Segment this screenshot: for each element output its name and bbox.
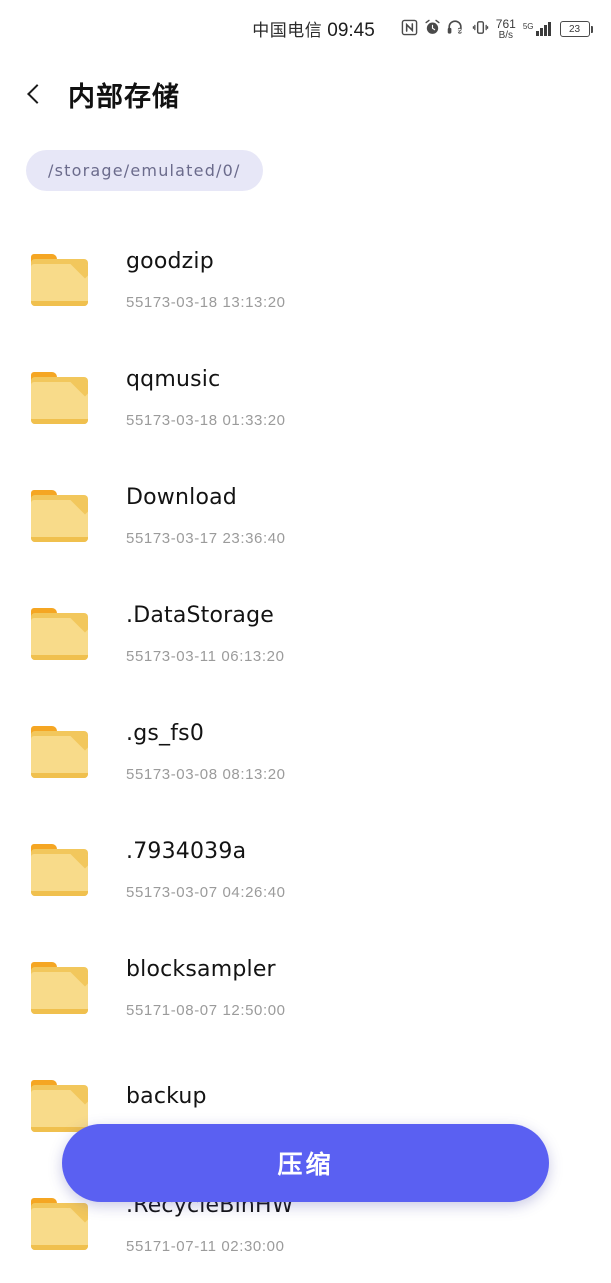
file-date: 55171-07-11 02:30:00 xyxy=(126,1238,285,1255)
vibrate-icon xyxy=(472,19,489,40)
signal-bars-icon: 5G xyxy=(523,22,551,36)
file-meta: backup xyxy=(126,1084,207,1129)
file-date: 55173-03-11 06:13:20 xyxy=(126,648,285,665)
file-meta: .DataStorage 55173-03-11 06:13:20 xyxy=(126,603,285,665)
headphones-icon xyxy=(447,19,466,39)
folder-icon xyxy=(30,488,90,544)
folder-icon xyxy=(30,1078,90,1134)
file-date: 55173-03-18 13:13:20 xyxy=(126,294,286,311)
folder-icon xyxy=(30,842,90,898)
list-item[interactable]: goodzip 55173-03-18 13:13:20 xyxy=(0,221,611,339)
list-item[interactable]: .DataStorage 55173-03-11 06:13:20 xyxy=(0,575,611,693)
battery-icon: 23 xyxy=(559,21,593,37)
breadcrumb: /storage/emulated/0/ xyxy=(0,114,611,191)
list-item[interactable]: .7934039a 55173-03-07 04:26:40 xyxy=(0,811,611,929)
alarm-icon xyxy=(424,19,441,40)
folder-icon xyxy=(30,370,90,426)
file-date: 55173-03-18 01:33:20 xyxy=(126,412,286,429)
file-meta: .7934039a 55173-03-07 04:26:40 xyxy=(126,839,286,901)
breadcrumb-path-chip[interactable]: /storage/emulated/0/ xyxy=(26,150,263,191)
list-item[interactable]: blocksampler 55171-08-07 12:50:00 xyxy=(0,929,611,1047)
file-meta: Download 55173-03-17 23:36:40 xyxy=(126,485,286,547)
folder-icon xyxy=(30,724,90,780)
file-date: 55173-03-07 04:26:40 xyxy=(126,884,286,901)
file-name: goodzip xyxy=(126,249,214,274)
network-speed-unit: B/s xyxy=(498,29,514,41)
file-name: backup xyxy=(126,1083,207,1109)
status-bar: 中国电信 09:45 761 B/s 5G 23 xyxy=(0,0,611,58)
file-meta: .gs_fs0 55173-03-08 08:13:20 xyxy=(126,721,286,783)
file-name: Download xyxy=(126,485,237,510)
network-speed-value: 761 xyxy=(495,16,516,31)
file-meta: .RecycleBinHW 55171-07-11 02:30:00 xyxy=(126,1193,294,1255)
chevron-left-icon xyxy=(27,84,47,104)
folder-icon xyxy=(30,252,90,308)
file-name: .7934039a xyxy=(126,839,247,864)
status-bar-icons: 761 B/s 5G 23 xyxy=(401,18,593,41)
folder-icon xyxy=(30,1196,90,1252)
network-speed: 761 B/s xyxy=(496,18,516,41)
file-date: 55173-03-17 23:36:40 xyxy=(126,530,286,547)
file-name: .gs_fs0 xyxy=(126,721,205,746)
file-meta: qqmusic 55173-03-18 01:33:20 xyxy=(126,367,286,429)
list-item[interactable]: qqmusic 55173-03-18 01:33:20 xyxy=(0,339,611,457)
carrier-label: 中国电信 xyxy=(252,21,323,41)
compress-button[interactable]: 压缩 xyxy=(62,1124,549,1202)
page-header: 内部存储 xyxy=(0,58,611,114)
signal-type-label: 5G xyxy=(522,22,534,31)
list-item[interactable]: Download 55173-03-17 23:36:40 xyxy=(0,457,611,575)
status-clock: 09:45 xyxy=(327,20,375,41)
file-meta: goodzip 55173-03-18 13:13:20 xyxy=(126,249,286,311)
file-name: blocksampler xyxy=(126,957,276,982)
folder-icon xyxy=(30,960,90,1016)
file-name: qqmusic xyxy=(126,367,221,392)
nfc-icon xyxy=(401,19,418,40)
file-meta: blocksampler 55171-08-07 12:50:00 xyxy=(126,957,286,1019)
folder-icon xyxy=(30,606,90,662)
file-date: 55171-08-07 12:50:00 xyxy=(126,1002,286,1019)
battery-level-label: 23 xyxy=(559,21,590,37)
file-date: 55173-03-08 08:13:20 xyxy=(126,766,286,783)
list-item[interactable]: .gs_fs0 55173-03-08 08:13:20 xyxy=(0,693,611,811)
status-bar-left: 中国电信 09:45 xyxy=(252,16,375,42)
page-title: 内部存储 xyxy=(68,81,180,113)
back-button[interactable] xyxy=(20,84,50,104)
file-name: .DataStorage xyxy=(126,603,274,628)
